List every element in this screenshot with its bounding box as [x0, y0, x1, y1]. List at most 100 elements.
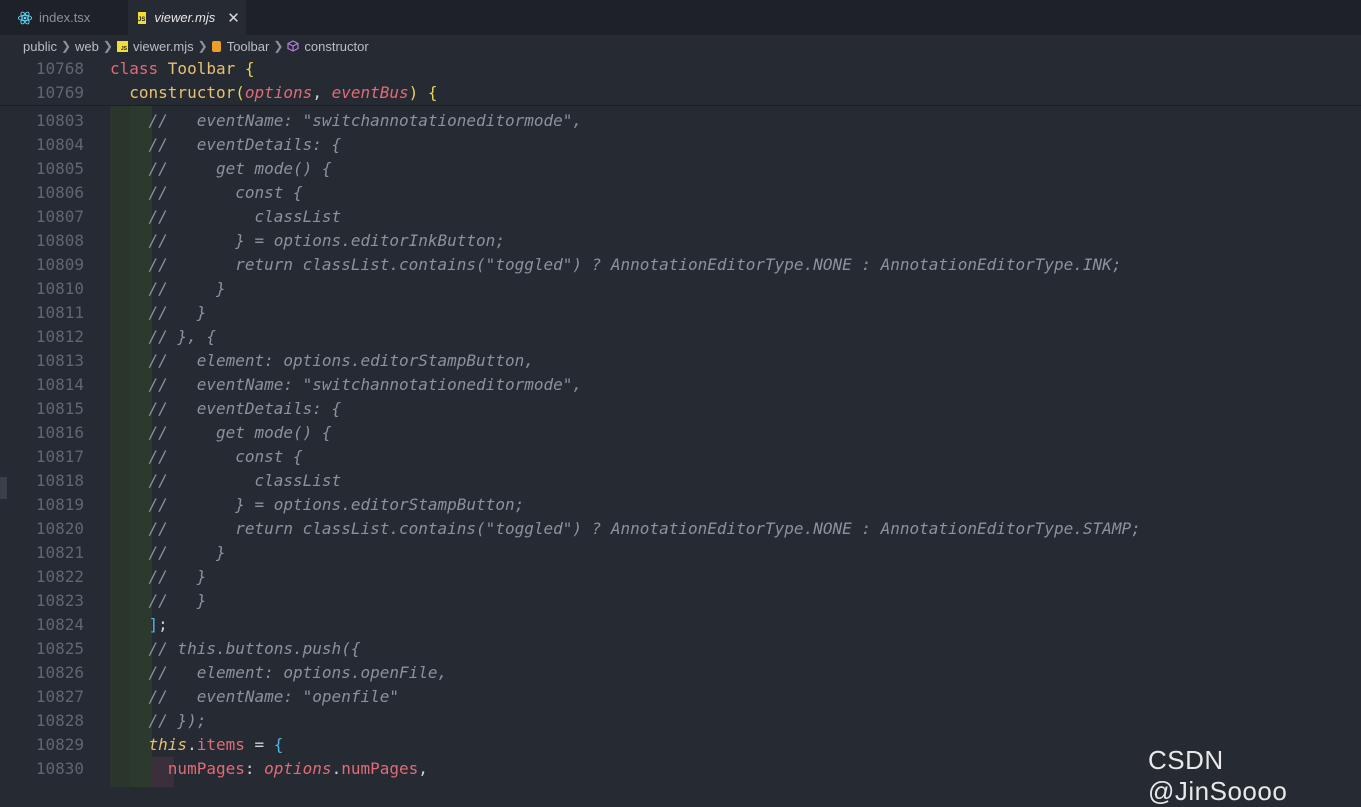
code-token: // } = options.editorStampButton; [148, 495, 525, 514]
line-number: 10814 [35, 375, 84, 394]
code-line[interactable]: 10813 // element: options.editorStampBut… [0, 349, 1361, 373]
sticky-scroll-header[interactable]: 10768 class Toolbar {10769 constructor(op… [0, 57, 1361, 106]
code-line[interactable]: 10807 // classList [0, 205, 1361, 229]
code-token: . [331, 759, 342, 778]
chevron-right-icon: ❯ [102, 39, 113, 53]
watermark: CSDN @JinSoooo [1148, 745, 1288, 806]
line-number: 10818 [35, 471, 84, 490]
breadcrumb-item-method[interactable]: constructor [304, 39, 368, 54]
code-text: // eventName: "openfile" [110, 685, 399, 709]
code-line[interactable]: 10817 // const { [0, 445, 1361, 469]
code-text: // } [110, 541, 226, 565]
code-token: // eventName: "openfile" [148, 687, 399, 706]
code-text: // } = options.editorInkButton; [110, 229, 505, 253]
code-text: constructor(options, eventBus) { [110, 81, 437, 105]
code-token: // eventDetails: { [148, 399, 342, 418]
code-token: class [110, 59, 168, 78]
code-token: // const { [148, 183, 303, 202]
code-line[interactable]: 10812 // }, { [0, 325, 1361, 349]
code-line[interactable]: 10809 // return classList.contains("togg… [0, 253, 1361, 277]
code-token: ] [148, 615, 159, 634]
code-line[interactable]: 10822 // } [0, 565, 1361, 589]
line-number: 10827 [35, 687, 84, 706]
code-editor[interactable]: 10768 class Toolbar {10769 constructor(op… [0, 57, 1361, 787]
code-line[interactable]: 10819 // } = options.editorStampButton; [0, 493, 1361, 517]
code-line[interactable]: 10815 // eventDetails: { [0, 397, 1361, 421]
code-text: // } [110, 589, 207, 613]
breadcrumb-item-public[interactable]: public [23, 39, 57, 54]
code-line[interactable]: 10808 // } = options.editorInkButton; [0, 229, 1361, 253]
code-line[interactable]: 10818 // classList [0, 469, 1361, 493]
breadcrumb-item-class[interactable]: Toolbar [227, 39, 270, 54]
line-number: 10769 [35, 83, 84, 102]
code-line[interactable]: 10804 // eventDetails: { [0, 133, 1361, 157]
code-line[interactable]: 10826 // element: options.openFile, [0, 661, 1361, 685]
code-token: // classList [148, 471, 342, 490]
tab-viewer-mjs[interactable]: JS viewer.mjs ✕ [128, 0, 246, 35]
code-token: // eventName: "switchannotationeditormod… [148, 111, 583, 130]
line-number: 10768 [35, 59, 84, 78]
code-text: // classList [110, 469, 342, 493]
code-line[interactable]: 10821 // } [0, 541, 1361, 565]
line-number: 10828 [35, 711, 84, 730]
line-number: 10823 [35, 591, 84, 610]
code-token: { [273, 735, 284, 754]
breadcrumb-item-web[interactable]: web [75, 39, 99, 54]
code-line[interactable]: 10816 // get mode() { [0, 421, 1361, 445]
code-token: eventBus [331, 83, 409, 102]
code-line[interactable]: 10823 // } [0, 589, 1361, 613]
code-line[interactable]: 10769 constructor(options, eventBus) { [0, 81, 1361, 105]
code-line[interactable]: 10828 // }); [0, 709, 1361, 733]
code-line[interactable]: 10820 // return classList.contains("togg… [0, 517, 1361, 541]
code-line[interactable]: 10768 class Toolbar { [0, 57, 1361, 81]
code-line[interactable]: 10806 // const { [0, 181, 1361, 205]
tab-index-tsx[interactable]: index.tsx [0, 0, 128, 35]
code-token: // return classList.contains("toggled") … [148, 255, 1122, 274]
code-token: // classList [148, 207, 342, 226]
code-line[interactable]: 10827 // eventName: "openfile" [0, 685, 1361, 709]
line-number: 10806 [35, 183, 84, 202]
code-line[interactable]: 10824 ]; [0, 613, 1361, 637]
code-text: class Toolbar { [110, 57, 255, 81]
code-token: options [244, 83, 313, 102]
line-number: 10816 [35, 423, 84, 442]
code-line[interactable]: 10805 // get mode() { [0, 157, 1361, 181]
breadcrumb-item-file[interactable]: viewer.mjs [133, 39, 194, 54]
close-icon[interactable]: ✕ [227, 9, 240, 27]
code-text: // }, { [110, 325, 216, 349]
code-token: // } [148, 567, 207, 586]
js-file-icon: JS [138, 11, 147, 24]
code-line[interactable]: 10810 // } [0, 277, 1361, 301]
code-line[interactable]: 10814 // eventName: "switchannotationedi… [0, 373, 1361, 397]
code-line[interactable]: 10825 // this.buttons.push({ [0, 637, 1361, 661]
line-number: 10803 [35, 111, 84, 130]
code-token: = [244, 735, 274, 754]
code-line[interactable]: 10803 // eventName: "switchannotationedi… [0, 109, 1361, 133]
code-token: numPages [167, 759, 245, 778]
line-number: 10819 [35, 495, 84, 514]
code-line[interactable]: 10811 // } [0, 301, 1361, 325]
code-token: items [196, 735, 245, 754]
code-text: // this.buttons.push({ [110, 637, 361, 661]
line-number: 10826 [35, 663, 84, 682]
code-token: // get mode() { [148, 423, 332, 442]
code-text: // eventDetails: { [110, 133, 342, 157]
